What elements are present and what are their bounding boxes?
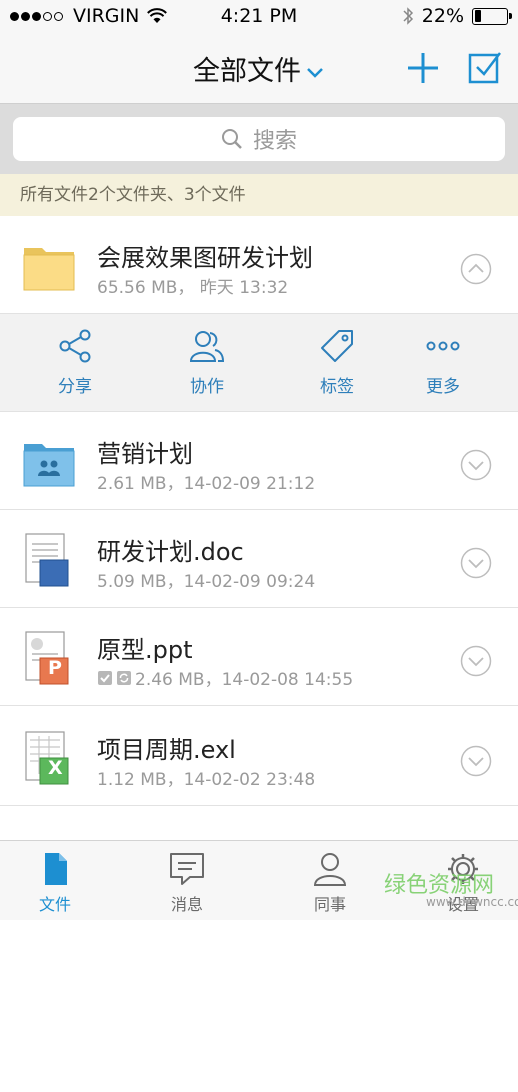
search-bar: 搜索 (0, 104, 518, 174)
file-meta: 5.09 MB，14-02-09 09:24 (97, 572, 316, 592)
status-right: 22% (402, 5, 512, 27)
file-row[interactable]: 项目周期.exl 1.12 MB，14-02-02 23:48 (0, 708, 518, 806)
chevron-down-circle-icon[interactable] (460, 547, 492, 579)
word-document-icon (25, 533, 69, 587)
tab-bar: 文件 消息 同事 设置 绿色资源网 www.downcc.com (0, 840, 518, 920)
file-name: 营销计划 (97, 440, 193, 468)
nav-bar: 全部文件 (0, 32, 518, 104)
chevron-up-circle-icon[interactable] (460, 253, 492, 285)
shared-folder-icon (23, 444, 75, 487)
file-actions-panel: 分享 协作 标签 更多 (0, 314, 518, 412)
file-name: 会展效果图研发计划 (97, 244, 313, 272)
search-icon (221, 129, 242, 149)
tab-label: 消息 (170, 895, 203, 914)
collaborate-label: 协作 (190, 377, 224, 397)
tab-label: 文件 (38, 895, 71, 914)
tab-label: 同事 (313, 895, 346, 914)
collaborate-icon (189, 331, 225, 362)
more-label: 更多 (426, 377, 460, 397)
share-button[interactable]: 分享 (35, 328, 115, 397)
file-name: 原型.ppt (97, 636, 193, 664)
tag-button[interactable]: 标签 (297, 328, 377, 397)
more-icon (426, 341, 460, 351)
status-bar: VIRGIN 4:21 PM 22% (0, 0, 518, 32)
tag-label: 标签 (320, 377, 354, 397)
file-meta-row: 2.46 MB，14-02-08 14:55 (97, 665, 353, 690)
file-meta: 2.46 MB，14-02-08 14:55 (135, 670, 354, 690)
battery-fill (474, 10, 482, 22)
chevron-down-circle-icon[interactable] (460, 449, 492, 481)
folder-icon (23, 248, 75, 291)
ppt-icon-letter: P (48, 657, 62, 679)
tag-icon (321, 330, 353, 362)
page-title: 全部文件 (193, 56, 301, 87)
battery-icon (472, 7, 512, 25)
search-input[interactable]: 搜索 (13, 117, 505, 161)
tab-messages[interactable]: 消息 (147, 851, 227, 915)
share-icon (59, 329, 91, 363)
word-icon-letter: W (46, 1070, 67, 1092)
watermark-url: www.downcc.com (426, 895, 518, 909)
search-placeholder: 搜索 (252, 129, 297, 154)
share-label: 分享 (58, 377, 92, 397)
file-icon (45, 853, 67, 885)
excel-icon-letter: X (48, 757, 63, 779)
file-meta: 1.12 MB，14-02-02 23:48 (97, 770, 316, 790)
file-row[interactable]: 原型.ppt 2.46 MB，14-02-08 14:55 (0, 608, 518, 706)
file-name: 项目周期.exl (97, 736, 236, 764)
tab-files[interactable]: 文件 (15, 851, 95, 915)
file-meta: 2.61 MB，14-02-09 21:12 (97, 474, 316, 494)
file-row[interactable]: 会展效果图研发计划 65.56 MB， 昨天 13:32 (0, 216, 518, 314)
chevron-down-circle-icon[interactable] (460, 645, 492, 677)
chevron-down-circle-icon[interactable] (460, 745, 492, 777)
more-button[interactable]: 更多 (403, 328, 483, 397)
tab-colleagues[interactable]: 同事 (290, 851, 370, 915)
collaborate-button[interactable]: 协作 (167, 328, 247, 397)
add-icon[interactable] (405, 50, 441, 86)
colleague-icon (313, 853, 347, 886)
file-summary: 所有文件2个文件夹、3个文件 (0, 174, 518, 216)
checked-icon (98, 670, 112, 685)
sync-icon (117, 670, 131, 685)
battery-percent: 22% (421, 5, 464, 27)
message-icon (170, 853, 204, 885)
file-row[interactable]: 营销计划 2.61 MB，14-02-09 21:12 (0, 412, 518, 510)
file-row[interactable]: W 研发计划.doc 5.09 MB，14-02-09 09:24 (0, 510, 518, 1092)
file-meta: 65.56 MB， 昨天 13:32 (97, 278, 289, 298)
select-checkbox-icon[interactable] (468, 50, 502, 84)
file-name: 研发计划.doc (97, 538, 244, 566)
chevron-down-icon (307, 67, 323, 78)
bluetooth-icon (403, 7, 413, 25)
